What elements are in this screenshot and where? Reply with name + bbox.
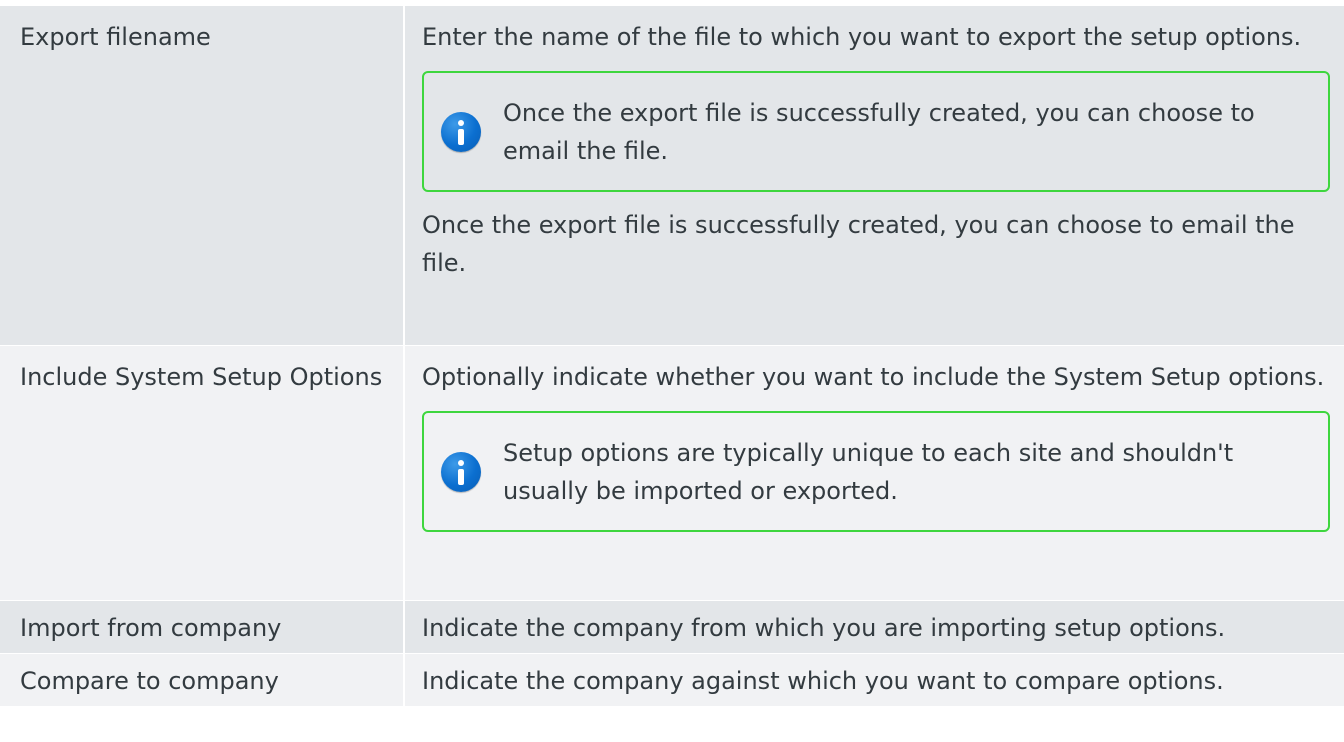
description-text: Enter the name of the file to which you …	[422, 23, 1302, 51]
note-text: Setup options are typically unique to ea…	[503, 438, 1234, 505]
note-text: Once the export file is successfully cre…	[503, 99, 1255, 165]
description-text: Optionally indicate whether you want to …	[422, 362, 1325, 391]
field-description: Indicate the company against which you w…	[404, 652, 1344, 706]
field-description: Indicate the company from which you are …	[404, 599, 1344, 653]
field-name: Compare to company	[0, 652, 405, 706]
table-row: Import from company Indicate the company…	[0, 599, 1344, 653]
table-row: Export filename Enter the name of the fi…	[0, 6, 1344, 345]
info-note: Once the export file is successfully cre…	[422, 71, 1330, 192]
field-description: Enter the name of the file to which you …	[404, 6, 1344, 345]
info-note: Setup options are typically unique to ea…	[422, 410, 1330, 532]
info-icon	[441, 112, 481, 152]
field-description: Optionally indicate whether you want to …	[404, 344, 1344, 600]
info-icon	[441, 451, 481, 492]
field-name: Include System Setup Options	[0, 344, 405, 600]
table-row: Include System Setup Options Optionally …	[0, 344, 1344, 600]
field-name: Import from company	[0, 599, 405, 653]
table-row: Compare to company Indicate the company …	[0, 652, 1344, 706]
field-descriptions-table: Export filename Enter the name of the fi…	[0, 6, 1344, 706]
field-name: Export filename	[0, 6, 405, 345]
description-followup-text: Once the export file is successfully cre…	[422, 211, 1295, 277]
